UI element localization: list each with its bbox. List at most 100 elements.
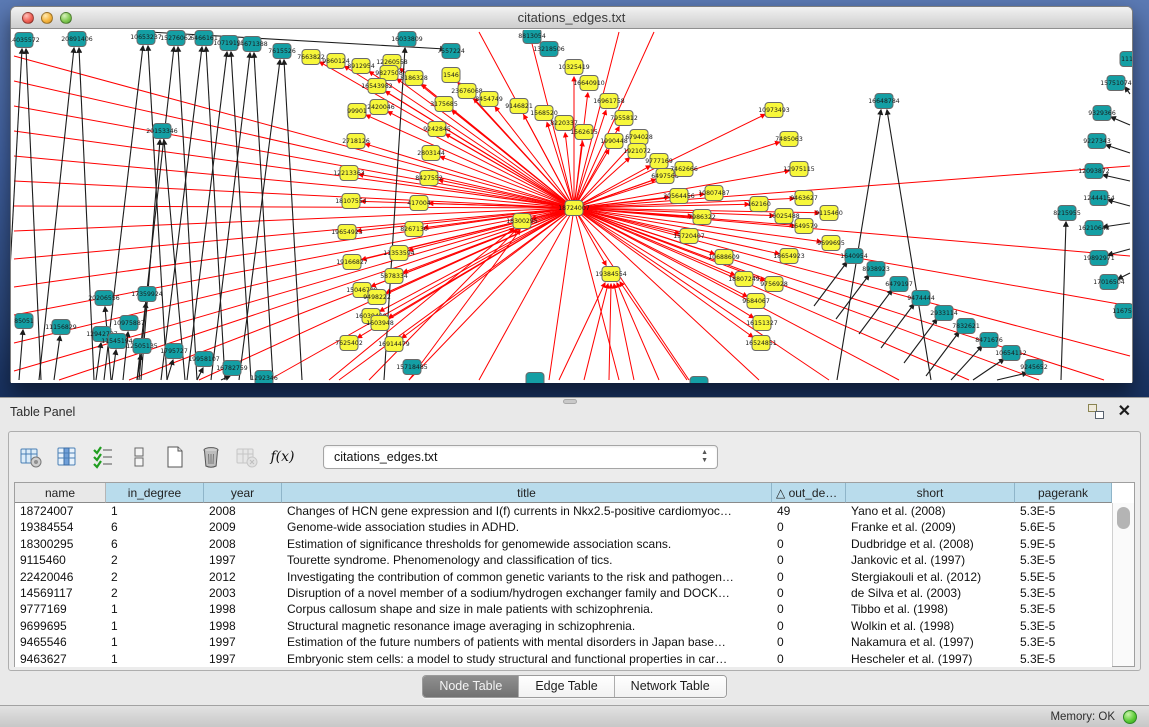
row-height-icon[interactable] <box>125 444 152 471</box>
table-cell[interactable]: 2008 <box>204 536 282 552</box>
column-header-short[interactable]: short <box>846 483 1015 503</box>
graph-node[interactable]: 14035572 <box>11 33 40 48</box>
tab-edge-table[interactable]: Edge Table <box>519 676 614 697</box>
table-cell[interactable]: 1998 <box>204 618 282 634</box>
table-cell[interactable]: 0 <box>772 519 846 535</box>
table-cell[interactable]: 9115460 <box>15 552 106 568</box>
graph-node[interactable]: 85051 <box>14 314 34 329</box>
table-cell[interactable]: Yano et al. (2008) <box>846 503 1015 519</box>
graph-node[interactable]: 12444154 <box>1083 191 1115 206</box>
graph-node[interactable]: 15751074 <box>1100 76 1132 91</box>
graph-node[interactable]: 116753 <box>1112 304 1132 319</box>
graph-node[interactable]: 8186328 <box>400 71 428 86</box>
table-cell[interactable]: 6 <box>106 536 204 552</box>
table-cell[interactable]: 5.3E-5 <box>1015 552 1112 568</box>
table-cell[interactable]: Stergiakouli et al. (2012) <box>846 569 1015 585</box>
graph-node[interactable]: 162160 <box>747 197 771 212</box>
table-cell[interactable]: 0 <box>772 634 846 650</box>
table-settings-icon[interactable] <box>17 444 44 471</box>
close-button[interactable] <box>22 12 34 24</box>
table-cell[interactable]: 1 <box>106 503 204 519</box>
graph-node[interactable]: 16033809 <box>391 32 423 47</box>
table-cell[interactable]: Estimation of significance thresholds fo… <box>282 536 772 552</box>
graph-node[interactable]: 20891406 <box>61 32 93 47</box>
panel-splitter-handle[interactable] <box>563 399 577 404</box>
table-cell[interactable]: Dudbridge et al. (2008) <box>846 536 1015 552</box>
function-builder-icon[interactable]: f(x) <box>269 444 296 471</box>
graph-node[interactable]: 16648784 <box>868 94 900 109</box>
table-cell[interactable]: 0 <box>772 585 846 601</box>
table-cell[interactable]: Estimation of the future numbers of pati… <box>282 634 772 650</box>
new-table-icon[interactable] <box>161 444 188 471</box>
graph-node[interactable]: 19166827 <box>336 255 368 270</box>
table-cell[interactable]: Franke et al. (2009) <box>846 519 1015 535</box>
table-cell[interactable]: 2012 <box>204 569 282 585</box>
graph-node[interactable]: 9227343 <box>1083 134 1111 149</box>
table-cell[interactable]: Tourette syndrome. Phenomenology and cla… <box>282 552 772 568</box>
minimize-button[interactable] <box>41 12 53 24</box>
graph-node[interactable]: 20153346 <box>146 124 178 139</box>
table-cell[interactable]: 49 <box>772 503 846 519</box>
table-cell[interactable]: Embryonic stem cells: a model to study s… <box>282 651 772 667</box>
graph-node[interactable]: 8912954 <box>347 59 375 74</box>
table-cell[interactable]: 0 <box>772 651 846 667</box>
table-cell[interactable]: 19384554 <box>15 519 106 535</box>
table-cell[interactable]: 2 <box>106 569 204 585</box>
window-titlebar[interactable]: citations_edges.txt <box>11 7 1132 29</box>
table-cell[interactable]: 5.3E-5 <box>1015 634 1112 650</box>
table-cell[interactable]: Investigating the contribution of common… <box>282 569 772 585</box>
zoom-button[interactable] <box>60 12 72 24</box>
table-cell[interactable]: Wolkin et al. (1998) <box>846 618 1015 634</box>
graph-node[interactable]: 18654923 <box>773 249 805 264</box>
graph-node[interactable]: 10325419 <box>558 60 590 75</box>
graph-node[interactable]: 12975115 <box>783 162 815 177</box>
graph-node[interactable]: 19654923 <box>331 225 363 240</box>
graph-node[interactable]: 1649579 <box>790 219 818 234</box>
graph-node[interactable]: 1990448 <box>600 134 628 149</box>
graph-node[interactable]: 3175685 <box>430 97 458 112</box>
graph-node[interactable]: 6794028 <box>625 130 653 145</box>
graph-node[interactable]: 8215955 <box>1053 206 1081 221</box>
graph-node[interactable]: 12093872 <box>1078 164 1110 179</box>
column-header-pagerank[interactable]: pagerank <box>1015 483 1112 503</box>
show-columns-icon[interactable] <box>53 444 80 471</box>
graph-node[interactable]: 6479197 <box>885 277 913 292</box>
graph-node[interactable]: 7832621 <box>952 319 980 334</box>
table-cell[interactable]: Nakamura et al. (1997) <box>846 634 1015 650</box>
graph-node[interactable]: 17016504 <box>1093 275 1125 290</box>
table-cell[interactable]: 1 <box>106 651 204 667</box>
table-cell[interactable]: 0 <box>772 552 846 568</box>
column-header-out_de[interactable]: △ out_de… <box>772 483 846 503</box>
graph-node[interactable]: 7557224 <box>437 44 465 59</box>
table-cell[interactable]: 1998 <box>204 601 282 617</box>
table-cell[interactable]: 5.3E-5 <box>1015 618 1112 634</box>
graph-node[interactable]: 16151327 <box>746 316 778 331</box>
citation-network-graph[interactable]: 1403557220891406106532371527606264661611… <box>11 30 1132 383</box>
graph-node[interactable]: 10688609 <box>708 250 740 265</box>
table-cell[interactable]: 5.5E-5 <box>1015 569 1112 585</box>
table-cell[interactable]: 9699695 <box>15 618 106 634</box>
float-window-icon[interactable] <box>1088 404 1104 419</box>
table-cell[interactable]: 1997 <box>204 634 282 650</box>
table-cell[interactable]: Hescheler et al. (1997) <box>846 651 1015 667</box>
table-cell[interactable]: 18724007 <box>15 503 106 519</box>
table-cell[interactable]: 22420046 <box>15 569 106 585</box>
column-header-in_degree[interactable]: in_degree <box>106 483 204 503</box>
graph-node[interactable]: 8471676 <box>975 333 1003 348</box>
graph-node[interactable]: 1640954 <box>840 249 868 264</box>
graph-node[interactable]: 9463627 <box>790 191 818 206</box>
table-cell[interactable]: 1 <box>106 618 204 634</box>
graph-node[interactable]: 8938923 <box>862 262 890 277</box>
table-cell[interactable]: Structural magnetic resonance image aver… <box>282 618 772 634</box>
table-cell[interactable]: 5.3E-5 <box>1015 503 1112 519</box>
table-cell[interactable]: 2 <box>106 585 204 601</box>
graph-node[interactable]: 1546 <box>442 68 460 83</box>
table-cell[interactable]: 18300295 <box>15 536 106 552</box>
graph-node[interactable]: 9146821 <box>505 99 533 114</box>
table-cell[interactable]: Jankovic et al. (1997) <box>846 552 1015 568</box>
table-cell[interactable]: 5.3E-5 <box>1015 651 1112 667</box>
graph-node[interactable]: 7955812 <box>610 111 638 126</box>
network-canvas[interactable]: 1403557220891406106532371527606264661611… <box>11 30 1132 383</box>
table-cell[interactable]: 0 <box>772 536 846 552</box>
graph-node[interactable]: 7615526 <box>268 44 296 59</box>
